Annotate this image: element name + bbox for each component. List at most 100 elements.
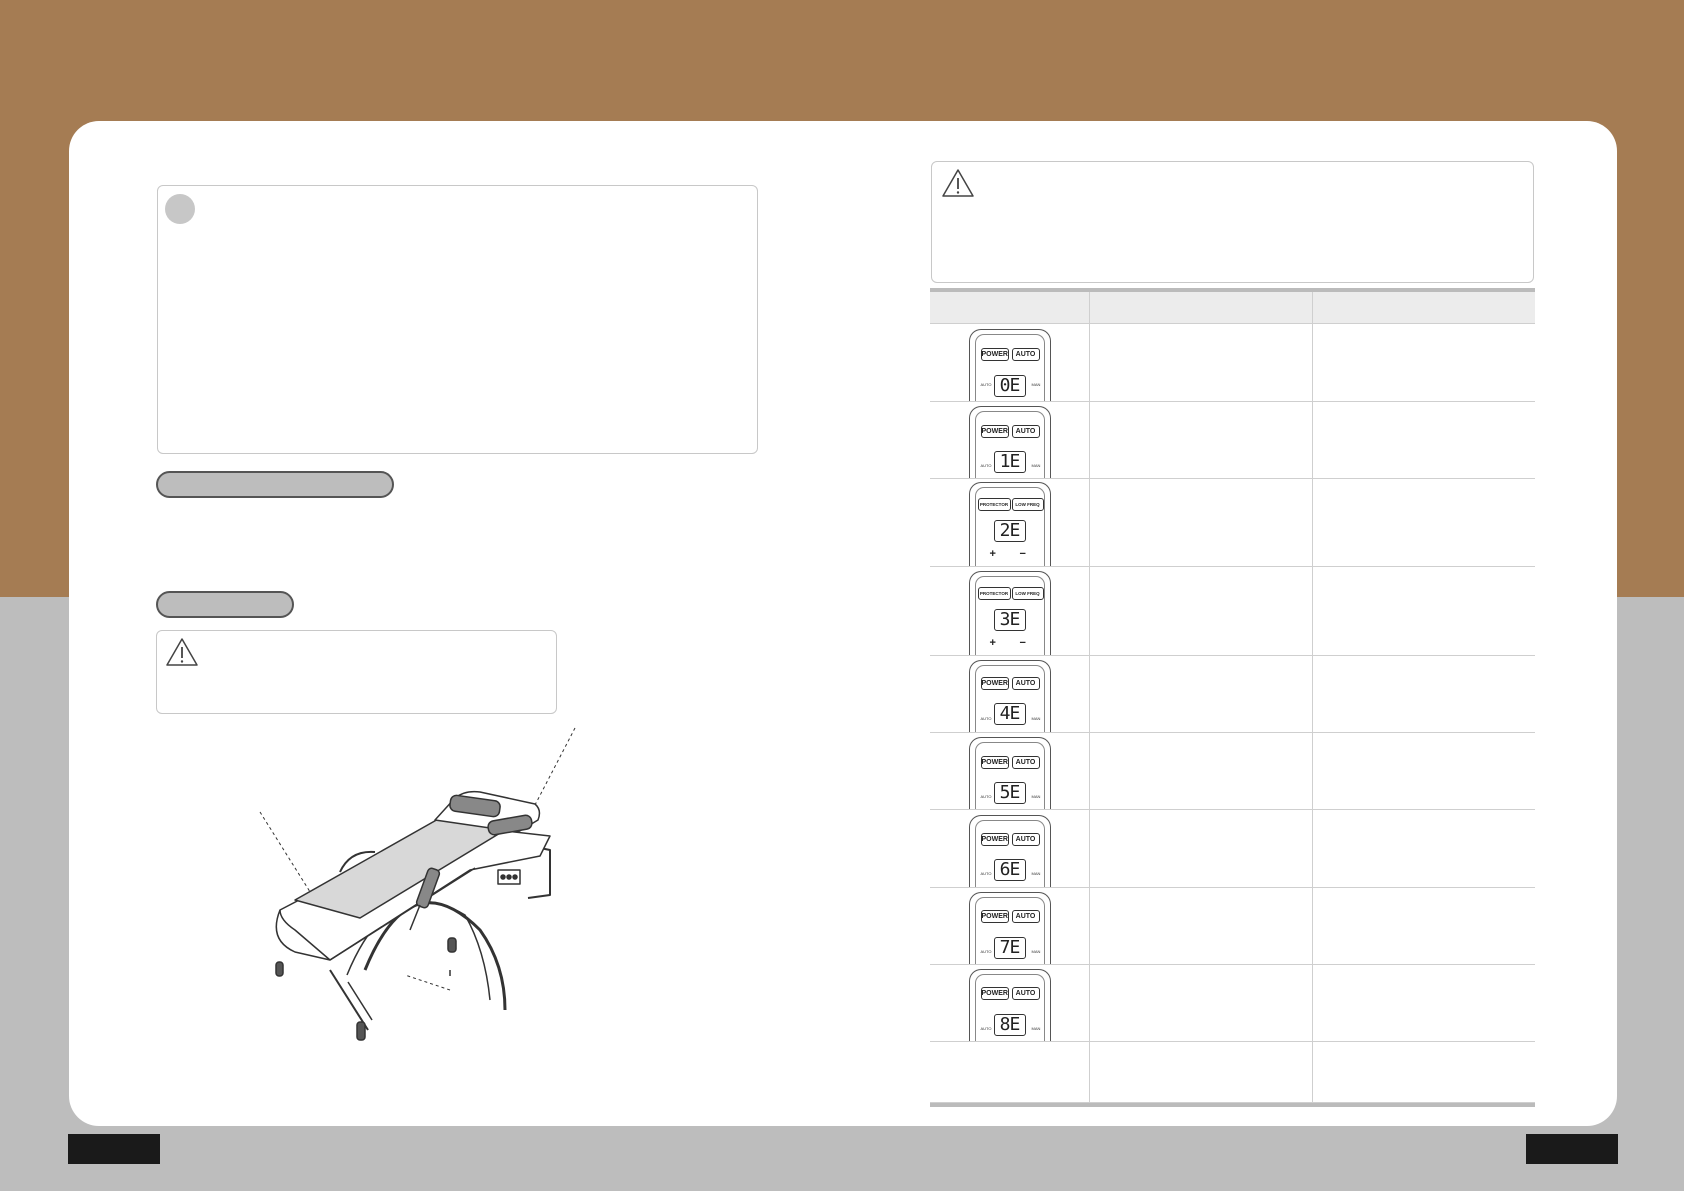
table-cell-display: POWER AUTO AUTO MAN 4E — [930, 656, 1090, 732]
table-cell-solution — [1313, 965, 1535, 1041]
table-cell-solution — [1313, 656, 1535, 732]
table-cell-solution — [1313, 888, 1535, 964]
table-cell-display: POWER AUTO AUTO MAN 1E — [930, 402, 1090, 478]
table-row: POWER AUTO AUTO MAN 6E — [930, 810, 1535, 888]
table-row: POWER AUTO AUTO MAN 8E — [930, 965, 1535, 1042]
remote-small-left-label: AUTO — [980, 1026, 992, 1031]
section-heading-pill — [156, 471, 394, 498]
remote-lcd-display: 4E — [993, 703, 1026, 725]
remote-auto-label: AUTO — [1011, 348, 1040, 361]
remote-power-label: POWER — [980, 425, 1009, 438]
table-row: POWER AUTO AUTO MAN 5E — [930, 733, 1535, 810]
remote-small-right-label: MAN — [1031, 949, 1041, 954]
remote-controller-image: POWER AUTO AUTO MAN 7E — [968, 892, 1051, 964]
remote-small-left-label: AUTO — [980, 949, 992, 954]
table-cell-display: PROTECTOR LOW FREQ 2E + − — [930, 479, 1090, 566]
table-cell-cause — [1090, 567, 1313, 655]
table-bottom-rule — [930, 1103, 1535, 1107]
warning-icon — [166, 638, 198, 666]
table-cell-cause — [1090, 402, 1313, 478]
remote-auto-label: AUTO — [1011, 910, 1040, 923]
remote-lcd-display: 3E — [993, 609, 1026, 631]
remote-small-right-label: MAN — [1031, 382, 1041, 387]
remote-controller-image: PROTECTOR LOW FREQ 2E + − — [968, 482, 1051, 566]
remote-minus-label: − — [1019, 548, 1026, 560]
remote-small-right-label: MAN — [1031, 463, 1041, 468]
remote-auto-label: AUTO — [1011, 756, 1040, 769]
header-cell-solution — [1313, 292, 1535, 323]
table-cell-solution — [1313, 479, 1535, 566]
remote-small-left-label: AUTO — [980, 794, 992, 799]
remote-protector-label: PROTECTOR — [977, 587, 1011, 600]
remote-small-left-label: AUTO — [980, 871, 992, 876]
warning-icon — [942, 169, 974, 197]
remote-small-right-label: MAN — [1031, 716, 1041, 721]
error-code-table: POWER AUTO AUTO MAN 0E POWER AUTO AUTO M… — [930, 288, 1535, 1107]
remote-lcd-display: 8E — [993, 1014, 1026, 1036]
remote-plus-label: + — [989, 548, 996, 560]
remote-auto-label: AUTO — [1011, 833, 1040, 846]
remote-power-label: POWER — [980, 833, 1009, 846]
remote-lcd-display: 7E — [993, 937, 1026, 959]
table-cell-solution — [1313, 810, 1535, 887]
remote-protector-label: PROTECTOR — [977, 498, 1011, 511]
remote-controller-image: POWER AUTO AUTO MAN 8E — [968, 969, 1051, 1041]
remote-auto-label: AUTO — [1011, 677, 1040, 690]
table-cell-solution — [1313, 733, 1535, 809]
info-box — [157, 185, 758, 454]
remote-small-left-label: AUTO — [980, 463, 992, 468]
remote-power-label: POWER — [980, 756, 1009, 769]
table-cell-solution — [1313, 402, 1535, 478]
remote-lcd-display: 6E — [993, 859, 1026, 881]
remote-small-left-label: AUTO — [980, 382, 992, 387]
remote-lcd-display: 0E — [993, 375, 1026, 397]
remote-controller-image: POWER AUTO AUTO MAN 6E — [968, 815, 1051, 887]
thermal-massage-bed-illustration — [259, 727, 576, 1041]
warning-box-large — [931, 161, 1534, 283]
table-cell-cause — [1090, 888, 1313, 964]
table-row: POWER AUTO AUTO MAN 1E — [930, 402, 1535, 479]
remote-low-freq-label: LOW FREQ — [1011, 498, 1044, 511]
header-cell-display — [930, 292, 1090, 323]
table-row: POWER AUTO AUTO MAN 4E — [930, 656, 1535, 733]
table-cell-display: POWER AUTO AUTO MAN 0E — [930, 324, 1090, 401]
page-number-tab-right — [1526, 1134, 1618, 1164]
table-cell-display: PROTECTOR LOW FREQ 3E + − — [930, 567, 1090, 655]
remote-power-label: POWER — [980, 987, 1009, 1000]
table-cell-cause — [1090, 324, 1313, 401]
remote-power-label: POWER — [980, 348, 1009, 361]
table-cell-cause — [1090, 1042, 1313, 1102]
remote-lcd-display: 1E — [993, 451, 1026, 473]
table-row: PROTECTOR LOW FREQ 2E + − — [930, 479, 1535, 567]
remote-controller-image: PROTECTOR LOW FREQ 3E + − — [968, 571, 1051, 655]
table-row-empty — [930, 1042, 1535, 1103]
remote-auto-label: AUTO — [1011, 987, 1040, 1000]
remote-small-right-label: MAN — [1031, 871, 1041, 876]
remote-plus-label: + — [989, 637, 996, 649]
remote-small-right-label: MAN — [1031, 1026, 1041, 1031]
remote-power-label: POWER — [980, 910, 1009, 923]
remote-lcd-display: 2E — [993, 520, 1026, 542]
remote-low-freq-label: LOW FREQ — [1011, 587, 1044, 600]
table-cell-cause — [1090, 733, 1313, 809]
remote-small-right-label: MAN — [1031, 794, 1041, 799]
table-cell-cause — [1090, 965, 1313, 1041]
table-cell-cause — [1090, 810, 1313, 887]
table-cell-display: POWER AUTO AUTO MAN 5E — [930, 733, 1090, 809]
remote-small-left-label: AUTO — [980, 716, 992, 721]
table-cell-solution — [1313, 324, 1535, 401]
remote-controller-image: POWER AUTO AUTO MAN 5E — [968, 737, 1051, 809]
remote-power-label: POWER — [980, 677, 1009, 690]
remote-minus-label: − — [1019, 637, 1026, 649]
page-number-tab-left — [68, 1134, 160, 1164]
section-heading-pill-small — [156, 591, 294, 618]
remote-controller-image: POWER AUTO AUTO MAN 1E — [968, 406, 1051, 478]
table-cell-display: POWER AUTO AUTO MAN 8E — [930, 965, 1090, 1041]
remote-lcd-display: 5E — [993, 782, 1026, 804]
remote-controller-image: POWER AUTO AUTO MAN 0E — [968, 329, 1051, 401]
table-cell-display: POWER AUTO AUTO MAN 6E — [930, 810, 1090, 887]
table-cell-cause — [1090, 479, 1313, 566]
table-cell-solution — [1313, 567, 1535, 655]
table-header — [930, 292, 1535, 324]
table-row: POWER AUTO AUTO MAN 7E — [930, 888, 1535, 965]
